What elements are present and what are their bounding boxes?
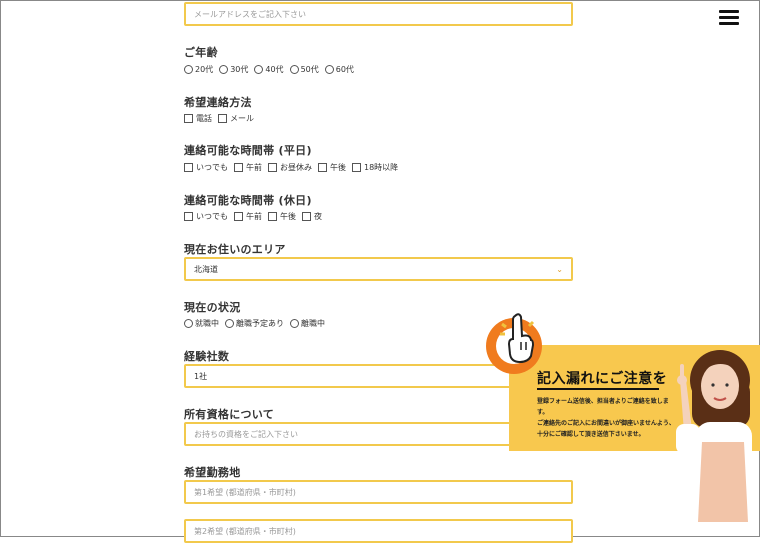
radio-icon [184, 319, 193, 328]
contact-option-phone[interactable]: 電話 [184, 113, 212, 124]
area-value: 北海道 [194, 264, 218, 274]
age-label: ご年齢 [184, 46, 218, 59]
workplace-field-2[interactable]: 第2希望 (都道府県・市町村) [184, 519, 573, 543]
weekday-option-afternoon[interactable]: 午後 [318, 162, 346, 173]
weekday-time-label: 連絡可能な時間帯 (平日) [184, 144, 312, 157]
area-label: 現在お住いのエリア [184, 243, 286, 256]
weekday-option-lunch[interactable]: お昼休み [268, 162, 312, 173]
checkbox-icon [318, 163, 327, 172]
workplace-placeholder-1: 第1希望 (都道府県・市町村) [194, 487, 296, 497]
checkbox-icon [184, 114, 193, 123]
checkbox-icon [302, 212, 311, 221]
checkbox-icon [268, 212, 277, 221]
chevron-down-icon: ⌄ [556, 265, 563, 274]
checkbox-icon [268, 163, 277, 172]
checkbox-icon [234, 212, 243, 221]
checkbox-icon [352, 163, 361, 172]
weekday-option-morning[interactable]: 午前 [234, 162, 262, 173]
woman-illustration [676, 350, 752, 522]
workplace-placeholder-2: 第2希望 (都道府県・市町村) [194, 526, 296, 536]
hamburger-menu-icon[interactable] [719, 10, 739, 26]
banner-line-3: 十分にご確認して頂き送信下さいませ。 [537, 431, 645, 438]
radio-icon [219, 65, 229, 74]
holiday-option-night[interactable]: 夜 [302, 211, 322, 222]
contact-method-options: 電話 メール [184, 113, 260, 124]
status-option-leaving[interactable]: 離職予定あり [225, 318, 284, 329]
radio-icon [225, 319, 234, 328]
radio-icon [254, 65, 264, 74]
workplace-label: 希望勤務地 [184, 466, 241, 479]
pointing-hand-icon [500, 313, 535, 364]
qualifications-label: 所有資格について [184, 408, 275, 421]
area-select[interactable]: 北海道 ⌄ [184, 257, 573, 281]
banner-underline [537, 388, 659, 390]
holiday-option-morning[interactable]: 午前 [234, 211, 262, 222]
checkbox-icon [184, 163, 193, 172]
radio-icon [184, 65, 193, 74]
age-option-30[interactable]: 30代 [219, 64, 248, 75]
radio-icon [324, 65, 334, 74]
holiday-option-anytime[interactable]: いつでも [184, 211, 228, 222]
banner-title: 記入漏れにご注意を [537, 371, 668, 387]
radio-icon [289, 65, 299, 74]
weekday-option-evening[interactable]: 18時以降 [352, 162, 398, 173]
holiday-time-label: 連絡可能な時間帯 (休日) [184, 194, 312, 207]
holiday-option-afternoon[interactable]: 午後 [268, 211, 296, 222]
age-option-40[interactable]: 40代 [254, 64, 284, 75]
companies-value: 1社 [194, 371, 208, 381]
weekday-option-anytime[interactable]: いつでも [184, 162, 228, 173]
status-option-employed[interactable]: 就職中 [184, 318, 219, 329]
age-option-20[interactable]: 20代 [184, 64, 213, 75]
radio-icon [290, 319, 299, 328]
banner-text: 登録フォーム送信後、担当者よりご連絡を致します。 ご連絡先のご記入にお間違いが御… [537, 396, 677, 440]
contact-option-email[interactable]: メール [218, 113, 254, 124]
status-options: 就職中 離職予定あり 離職中 [184, 318, 331, 329]
checkbox-icon [184, 212, 193, 221]
age-option-60[interactable]: 60代 [324, 64, 354, 75]
status-label: 現在の状況 [184, 301, 241, 314]
checkbox-icon [234, 163, 243, 172]
contact-method-label: 希望連絡方法 [184, 96, 252, 109]
age-options: 20代 30代 40代 50代 60代 [184, 64, 360, 75]
checkbox-icon [218, 114, 227, 123]
status-option-unemployed[interactable]: 離職中 [290, 318, 325, 329]
banner-line-2: ご連絡先のご記入にお間違いが御座いませんよう、 [537, 420, 675, 427]
email-field[interactable]: メールアドレスをご記入下さい [184, 2, 573, 26]
workplace-field-1[interactable]: 第1希望 (都道府県・市町村) [184, 480, 573, 504]
banner-line-1: 登録フォーム送信後、担当者よりご連絡を致します。 [537, 398, 669, 416]
holiday-time-options: いつでも 午前 午後 夜 [184, 211, 328, 222]
age-option-50[interactable]: 50代 [289, 64, 319, 75]
weekday-time-options: いつでも 午前 お昼休み 午後 18時以降 [184, 162, 404, 173]
email-placeholder: メールアドレスをご記入下さい [194, 9, 306, 19]
qualifications-placeholder: お持ちの資格をご記入下さい [194, 429, 298, 439]
companies-label: 経験社数 [184, 350, 230, 363]
